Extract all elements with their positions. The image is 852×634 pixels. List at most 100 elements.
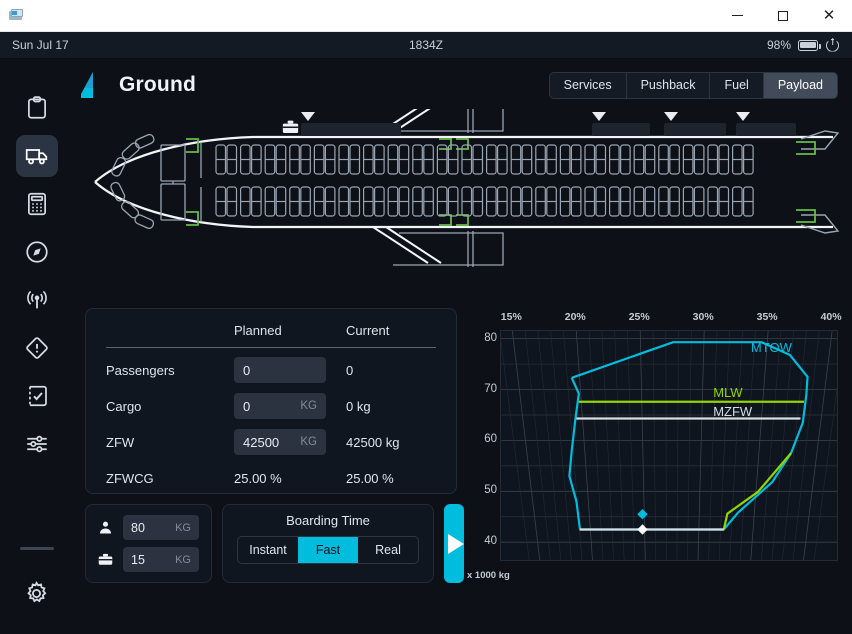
aft-hold-2-bar[interactable] bbox=[664, 123, 726, 136]
planned-cell: 42500 KG bbox=[234, 429, 346, 455]
col-current: Current bbox=[346, 323, 390, 338]
header-divider bbox=[106, 347, 436, 348]
current-zfw: 42500 kg bbox=[346, 434, 400, 450]
main-content: Ground Services Pushback Fuel Payload Pl… bbox=[73, 59, 852, 634]
sliders-icon bbox=[26, 435, 47, 453]
boarding-time-panel: Boarding Time Instant Fast Real bbox=[222, 504, 434, 583]
per-bag-row: 15 KG bbox=[98, 547, 199, 572]
sidebar-item-atc[interactable] bbox=[16, 279, 58, 321]
col-planned: Planned bbox=[234, 323, 282, 338]
payload-table: Planned Current Passengers 0 0 Cargo 0 K… bbox=[85, 308, 457, 494]
window-titlebar: ✕ bbox=[0, 0, 852, 32]
person-icon bbox=[99, 521, 112, 534]
calculator-icon bbox=[27, 192, 46, 216]
x-tick: 20% bbox=[564, 311, 586, 323]
zfw-input[interactable]: 42500 KG bbox=[234, 429, 326, 455]
x-tick: 15% bbox=[500, 311, 522, 323]
takeoff-cg-marker bbox=[637, 509, 648, 520]
tab-services[interactable]: Services bbox=[550, 72, 627, 98]
forward-hold-marker bbox=[301, 112, 315, 121]
boarding-rate-fast[interactable]: Fast bbox=[298, 537, 358, 563]
row-label: Passengers bbox=[106, 362, 175, 378]
briefcase-icon bbox=[282, 120, 299, 133]
sidebar-item-dispatch[interactable] bbox=[16, 87, 58, 129]
forward-hold-bar[interactable] bbox=[301, 123, 401, 136]
bulk-hold-marker bbox=[736, 112, 750, 121]
label-mzfw: MZFW bbox=[713, 403, 753, 419]
sidebar-item-failures[interactable] bbox=[16, 327, 58, 369]
sidebar-item-settings[interactable] bbox=[16, 572, 58, 614]
x-tick: 40% bbox=[820, 311, 842, 323]
sidebar-item-performance[interactable] bbox=[16, 183, 58, 225]
per-bag-weight-input[interactable]: 15 KG bbox=[123, 547, 199, 572]
left-column: Planned Current Passengers 0 0 Cargo 0 K… bbox=[85, 308, 464, 583]
per-bag-unit: KG bbox=[175, 553, 191, 566]
y-tick: 50 bbox=[484, 484, 497, 497]
efb-statusbar: Sun Jul 17 1834Z 98% bbox=[0, 32, 852, 59]
boarding-rate-instant[interactable]: Instant bbox=[238, 537, 298, 563]
table-row-passengers: Passengers 0 0 bbox=[106, 352, 436, 388]
minimize-button[interactable] bbox=[714, 0, 760, 32]
tab-fuel[interactable]: Fuel bbox=[710, 72, 764, 98]
sidebar-item-presets[interactable] bbox=[16, 423, 58, 465]
checklist-icon bbox=[28, 385, 47, 407]
row-label: ZFWCG bbox=[106, 470, 154, 486]
tab-payload[interactable]: Payload bbox=[763, 72, 837, 98]
boarding-rate-selector: Instant Fast Real bbox=[237, 536, 419, 564]
tab-pushback[interactable]: Pushback bbox=[627, 72, 711, 98]
aircraft-outline bbox=[94, 109, 840, 267]
status-time: 1834Z bbox=[408, 38, 444, 52]
briefcase-icon bbox=[98, 553, 113, 565]
current-zfwcg: 25.00 % bbox=[346, 470, 394, 486]
status-right-group: 98% bbox=[767, 37, 852, 53]
chart-svg bbox=[499, 330, 846, 561]
passengers-value: 0 bbox=[243, 362, 251, 378]
table-row-zfw: ZFW 42500 KG 42500 kg bbox=[106, 424, 436, 460]
x-tick: 25% bbox=[628, 311, 650, 323]
zfw-value: 42500 bbox=[243, 434, 280, 450]
sidebar-item-navigation[interactable] bbox=[16, 231, 58, 273]
zfw-cg-marker bbox=[637, 524, 648, 535]
maximize-button[interactable] bbox=[760, 0, 806, 32]
y-tick: 80 bbox=[484, 331, 497, 344]
sidebar bbox=[0, 59, 73, 634]
tail-fin-logo bbox=[81, 72, 93, 98]
clipboard-icon bbox=[27, 96, 46, 119]
planned-cell: 0 bbox=[234, 357, 346, 383]
row-label: Cargo bbox=[106, 398, 142, 414]
bulk-hold-bar[interactable] bbox=[736, 123, 796, 136]
power-icon[interactable] bbox=[825, 37, 840, 53]
sidebar-divider bbox=[19, 547, 54, 550]
sidebar-item-ground[interactable] bbox=[15, 135, 58, 177]
passengers-input[interactable]: 0 bbox=[234, 357, 326, 383]
per-pax-weight-input[interactable]: 80 KG bbox=[123, 515, 199, 540]
boarding-controls-row: 80 KG 15 KG Boarding Time Instant Fast R… bbox=[85, 504, 464, 583]
aft-hold-1-bar[interactable] bbox=[592, 123, 650, 136]
cargo-unit: KG bbox=[300, 400, 317, 412]
row-label: ZFW bbox=[106, 434, 135, 450]
sidebar-item-checklists[interactable] bbox=[16, 375, 58, 417]
zfw-unit: KG bbox=[300, 436, 317, 448]
warning-diamond-icon bbox=[25, 337, 48, 359]
truck-icon bbox=[25, 149, 47, 165]
boarding-rate-real[interactable]: Real bbox=[358, 537, 418, 563]
window-controls: ✕ bbox=[714, 0, 852, 32]
chart-plot-area: MTOW MLW MZFW bbox=[499, 330, 846, 561]
per-pax-row: 80 KG bbox=[98, 515, 199, 540]
gear-icon bbox=[27, 580, 47, 602]
broadcast-icon bbox=[26, 290, 47, 309]
label-mtow: MTOW bbox=[750, 339, 792, 355]
titlebar-left bbox=[0, 8, 26, 24]
aircraft-seatmap bbox=[73, 109, 840, 304]
cargo-input[interactable]: 0 KG bbox=[234, 393, 326, 419]
table-row-cargo: Cargo 0 KG 0 kg bbox=[106, 388, 436, 424]
section-tabs: Services Pushback Fuel Payload bbox=[548, 71, 838, 99]
chart-unit-label: x 1000 kg bbox=[467, 570, 510, 581]
battery-icon bbox=[798, 39, 821, 51]
boarding-time-label: Boarding Time bbox=[286, 513, 370, 528]
start-boarding-button[interactable] bbox=[444, 504, 464, 583]
page-header: Ground Services Pushback Fuel Payload bbox=[73, 59, 838, 107]
close-button[interactable]: ✕ bbox=[806, 0, 852, 32]
x-tick: 35% bbox=[756, 311, 778, 323]
y-tick: 70 bbox=[484, 382, 497, 395]
